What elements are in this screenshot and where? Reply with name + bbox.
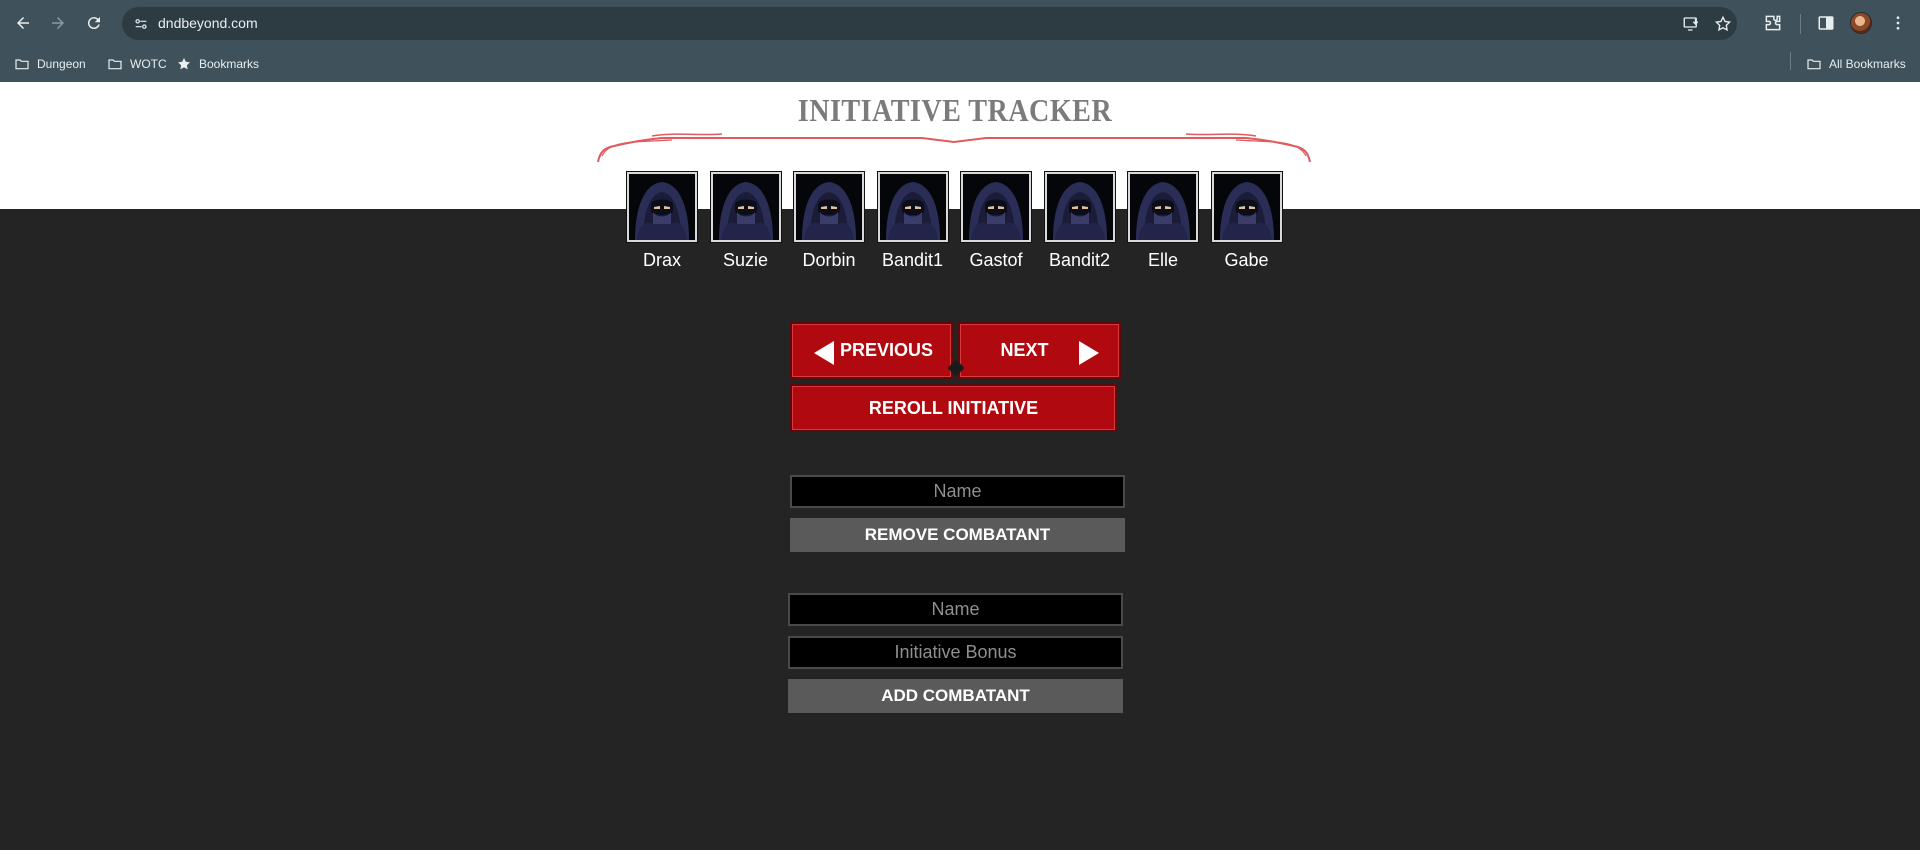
combatant-name: Suzie: [722, 250, 769, 270]
add-name-input[interactable]: [788, 593, 1123, 626]
remove-combatant-label: REMOVE COMBATANT: [864, 525, 1051, 544]
arrow-left-icon: [814, 341, 834, 365]
add-combatant-label: ADD COMBATANT: [881, 686, 1030, 705]
combatant-name: Bandit2: [1048, 250, 1111, 270]
next-button[interactable]: NEXT: [958, 322, 1121, 379]
page-content: INITIATIVE TRACKER Drax Suzie Dorbin Bandit…: [0, 82, 1920, 850]
menu-kebab-icon[interactable]: [1886, 11, 1910, 35]
all-bookmarks-label: All Bookmarks: [1829, 57, 1906, 71]
initiative-bonus-input[interactable]: [788, 636, 1123, 669]
bookmark-star-icon[interactable]: [1712, 13, 1734, 35]
reload-button[interactable]: [79, 8, 109, 38]
site-info-icon[interactable]: [130, 13, 152, 35]
reload-icon: [87, 17, 100, 30]
forward-button[interactable]: [43, 8, 73, 38]
reroll-label: REROLL INITIATIVE: [868, 397, 1039, 418]
install-app-icon[interactable]: [1680, 13, 1702, 35]
star-icon: [178, 58, 190, 70]
hooded-figure-icon: [1213, 174, 1280, 240]
combatant-portrait[interactable]: [1210, 171, 1283, 243]
bookmarks-bar: Dungeon WOTC Bookmarks All Bookmarks: [0, 46, 1920, 82]
combatant-name: Gastof: [969, 250, 1023, 270]
folder-icon: [108, 59, 122, 70]
hooded-figure-icon: [629, 174, 695, 240]
bookmark-label: Bookmarks: [199, 57, 260, 71]
address-bar[interactable]: dndbeyond.com: [122, 7, 1737, 40]
hooded-figure-icon: [879, 174, 946, 240]
remove-name-input[interactable]: [790, 475, 1125, 508]
add-combatant-button[interactable]: ADD COMBATANT: [788, 679, 1123, 713]
hooded-figure-icon: [796, 174, 862, 240]
combatant-name: Dorbin: [802, 250, 856, 270]
arrow-left-icon: [17, 17, 29, 29]
profile-avatar[interactable]: [1850, 12, 1872, 34]
bookmarks-divider: [1790, 52, 1791, 70]
hooded-figure-icon: [712, 174, 779, 240]
title-ornament: [597, 133, 1311, 163]
hooded-figure-icon: [963, 174, 1029, 240]
combatant-portrait[interactable]: [960, 171, 1032, 243]
url-text[interactable]: dndbeyond.com: [158, 15, 258, 31]
combatant-list: Drax Suzie Dorbin Bandit1 Gastof Bandit2 Elle G…: [624, 171, 1284, 282]
back-button[interactable]: [8, 8, 38, 38]
combatant-portrait[interactable]: [1127, 171, 1199, 243]
remove-combatant-button[interactable]: REMOVE COMBATANT: [790, 518, 1125, 552]
hooded-figure-icon: [1046, 174, 1113, 240]
folder-icon: [15, 59, 29, 70]
bookmark-label: Dungeon: [37, 57, 86, 71]
page-title: INITIATIVE TRACKER: [797, 92, 1113, 128]
extensions-icon[interactable]: [1761, 11, 1785, 35]
combatant-portrait[interactable]: [709, 171, 782, 243]
toolbar-divider: [1800, 14, 1801, 34]
arrow-right-icon: [52, 17, 64, 29]
all-bookmarks[interactable]: All Bookmarks: [1806, 53, 1906, 75]
combatant-name: Gabe: [1224, 250, 1269, 270]
combatant-name: Elle: [1147, 250, 1178, 270]
combatant-portrait[interactable]: [626, 171, 698, 243]
browser-chrome: dndbeyond.com Dungeon WOTC Bookmarks All…: [0, 0, 1920, 82]
combatant-portrait[interactable]: [1043, 171, 1116, 243]
combatant-name: Drax: [642, 250, 681, 270]
combatant-name: Bandit1: [881, 250, 944, 270]
combatant-portrait[interactable]: [793, 171, 865, 243]
arrow-right-icon: [1079, 341, 1099, 365]
next-label: NEXT: [1000, 340, 1049, 360]
hooded-figure-icon: [1130, 174, 1196, 240]
reroll-initiative-button[interactable]: REROLL INITIATIVE: [790, 384, 1117, 432]
folder-icon: [1807, 59, 1821, 70]
previous-button[interactable]: PREVIOUS: [790, 322, 953, 379]
bookmark-dungeon[interactable]: Dungeon: [14, 53, 86, 75]
combatant-portrait[interactable]: [876, 171, 949, 243]
previous-label: PREVIOUS: [839, 340, 934, 360]
side-panel-icon[interactable]: [1814, 11, 1838, 35]
browser-toolbar: dndbeyond.com: [0, 0, 1920, 46]
bookmark-wotc[interactable]: WOTC: [107, 53, 167, 75]
bookmark-bookmarks[interactable]: Bookmarks: [176, 53, 259, 75]
bookmark-label: WOTC: [130, 57, 167, 71]
